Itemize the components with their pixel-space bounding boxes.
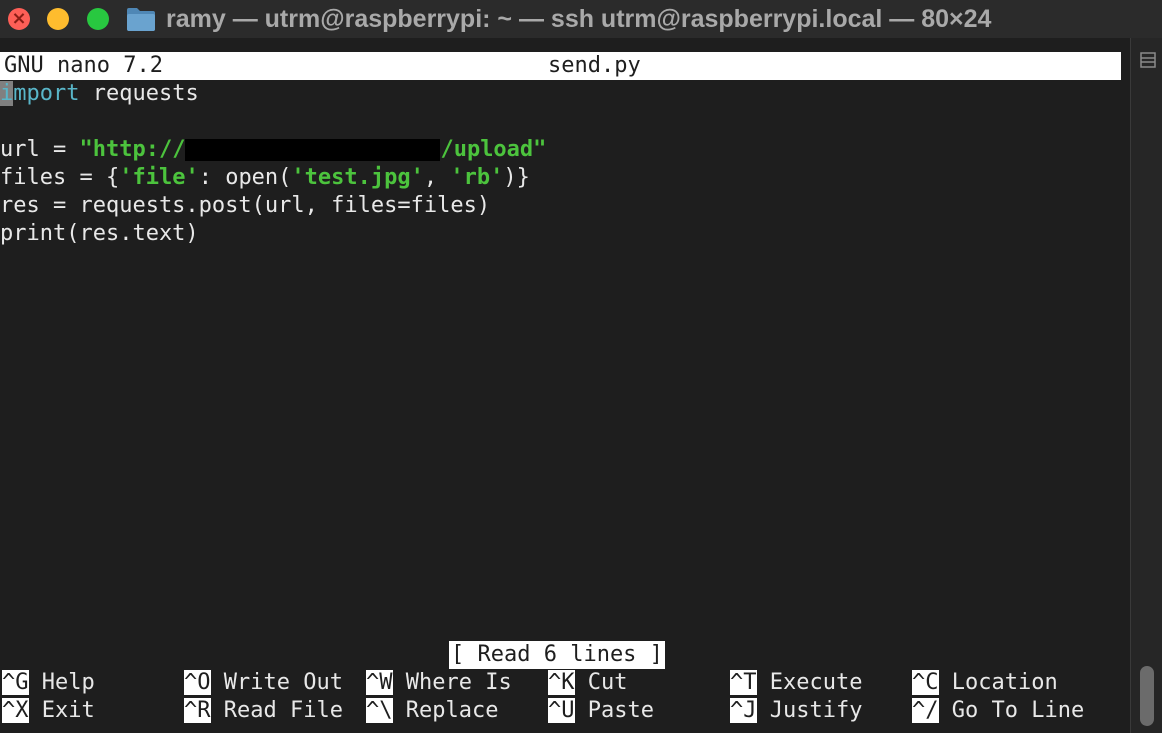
code-text: requests — [79, 81, 199, 106]
close-button[interactable] — [8, 8, 30, 30]
shortcut-label: Justify — [769, 698, 863, 723]
maximize-button[interactable] — [87, 8, 109, 30]
url-string-start: "http:// — [79, 137, 186, 162]
url-string-end: /upload" — [440, 137, 547, 162]
shortcut-key: ^U — [548, 698, 575, 723]
status-message: [ Read 6 lines ] — [449, 641, 665, 669]
shortcut-location[interactable]: ^C Location — [912, 669, 1058, 697]
code-line-1[interactable]: import requests — [0, 80, 199, 108]
shortcut-key: ^T — [730, 670, 757, 695]
code-line-4[interactable]: files = {'file': open('test.jpg', 'rb')} — [0, 164, 530, 192]
shortcut-key: ^/ — [912, 698, 939, 723]
code-line-5[interactable]: res = requests.post(url, files=files) — [0, 192, 490, 220]
shortcut-label: Execute — [769, 670, 863, 695]
shortcut-label: Replace — [405, 698, 499, 723]
import-keyword: mport — [13, 81, 80, 106]
shortcut-label: Paste — [587, 698, 654, 723]
shortcut-label: Cut — [587, 670, 628, 695]
nano-filename: send.py — [548, 53, 641, 78]
shortcut-key: ^J — [730, 698, 757, 723]
redacted-ip-block — [185, 139, 441, 161]
shortcut-write-out[interactable]: ^O Write Out — [184, 669, 343, 697]
shortcut-label: Read File — [223, 698, 343, 723]
shortcut-key: ^G — [2, 670, 29, 695]
shortcut-where-is[interactable]: ^W Where Is — [366, 669, 512, 697]
nano-header: GNU nano 7.2 send.py — [0, 52, 1121, 80]
shortcut-label: Go To Line — [951, 698, 1085, 723]
shortcut-read-file[interactable]: ^R Read File — [184, 697, 343, 725]
code-string: 'file' — [119, 165, 199, 190]
shortcut-key: ^K — [548, 670, 575, 695]
shortcut-replace[interactable]: ^\ Replace — [366, 697, 498, 725]
shortcut-key: ^O — [184, 670, 211, 695]
shortcut-label: Where Is — [405, 670, 512, 695]
code-text: : open( — [198, 165, 292, 190]
shortcut-go-to-line[interactable]: ^/ Go To Line — [912, 697, 1084, 725]
shortcut-justify[interactable]: ^J Justify — [730, 697, 862, 725]
window-title: ramy — utrm@raspberrypi: ~ — ssh utrm@ra… — [166, 5, 992, 33]
folder-icon — [127, 8, 155, 31]
shortcut-label: Location — [951, 670, 1058, 695]
shortcut-key: ^X — [2, 698, 29, 723]
code-string: 'rb' — [450, 165, 504, 190]
code-string: 'test.jpg' — [291, 165, 424, 190]
code-text: files = { — [0, 165, 120, 190]
window-titlebar: ramy — utrm@raspberrypi: ~ — ssh utrm@ra… — [0, 0, 1162, 39]
shortcut-label: Write Out — [223, 670, 343, 695]
shortcut-key: ^\ — [366, 698, 393, 723]
shortcut-cut[interactable]: ^K Cut — [548, 669, 628, 697]
shortcut-exit[interactable]: ^X Exit — [2, 697, 95, 725]
terminal-scrollbar[interactable] — [1130, 38, 1162, 733]
shortcut-label: Exit — [41, 698, 95, 723]
code-line-6[interactable]: print(res.text) — [0, 220, 199, 248]
scroll-thumb[interactable] — [1140, 666, 1154, 726]
minimize-button[interactable] — [47, 8, 69, 30]
terminal-area[interactable]: GNU nano 7.2 send.py import requests url… — [0, 38, 1130, 733]
shortcut-label: Help — [41, 670, 95, 695]
code-text: , — [423, 165, 451, 190]
shortcut-paste[interactable]: ^U Paste — [548, 697, 654, 725]
shortcut-key: ^R — [184, 698, 211, 723]
code-text: url = — [0, 137, 80, 162]
nano-version: GNU nano 7.2 — [4, 53, 163, 78]
code-text: )} — [503, 165, 530, 190]
shortcut-key: ^C — [912, 670, 939, 695]
text-cursor: i — [0, 81, 14, 106]
split-pane-icon[interactable] — [1140, 52, 1156, 68]
shortcut-execute[interactable]: ^T Execute — [730, 669, 862, 697]
shortcut-help[interactable]: ^G Help — [2, 669, 95, 697]
shortcut-key: ^W — [366, 670, 393, 695]
code-line-3[interactable]: url = "http:// /upload" — [0, 136, 546, 164]
